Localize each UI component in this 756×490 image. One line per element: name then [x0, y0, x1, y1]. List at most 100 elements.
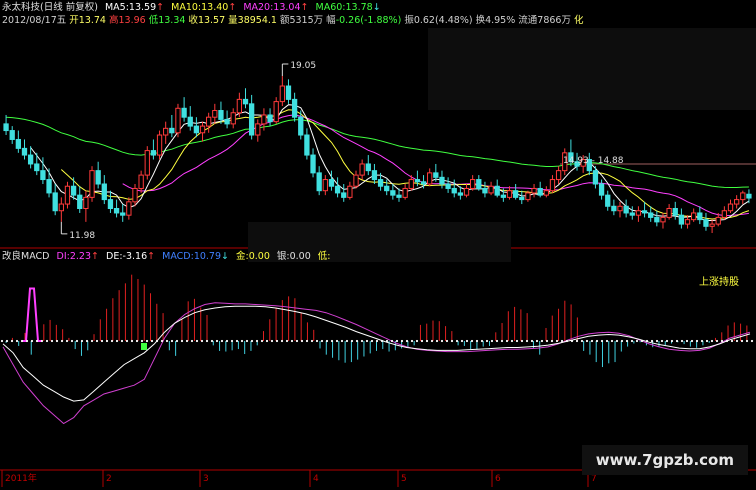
down-arrow-icon: ↓ [221, 251, 229, 262]
candle-body [482, 187, 488, 194]
candle-body [531, 187, 537, 194]
zero-line-dot [205, 339, 209, 343]
dea-line [2, 305, 751, 402]
zero-line-dot [585, 339, 589, 343]
candle-body [175, 107, 181, 134]
ma20-label: MA20: [243, 2, 274, 13]
zero-line-dot [500, 339, 504, 343]
high-price-label: 19.05 [290, 61, 316, 71]
zero-line-dot [65, 339, 69, 343]
candle-body [138, 174, 144, 189]
zero-line-dot [355, 339, 359, 343]
info-segment: -0.26(-1.88%) [335, 15, 405, 26]
zero-line-dot [165, 339, 169, 343]
candle-body [359, 163, 365, 176]
zero-line-dot [115, 339, 119, 343]
zero-line-dot [685, 339, 689, 343]
candle-body [107, 199, 114, 210]
zero-line-dot [655, 339, 659, 343]
time-tick-label: 7 [591, 474, 597, 484]
zero-line-dot [640, 339, 644, 343]
zero-line-dot [635, 339, 639, 343]
ma-legend: 永太科技(日线 前复权) MA5:13.59↑ MA10:13.40↑ MA20… [2, 2, 381, 14]
zero-line-dot [365, 339, 369, 343]
candle-body [598, 183, 605, 196]
candle-body [721, 210, 728, 218]
zero-line-dot [465, 339, 469, 343]
zero-line-dot [5, 339, 9, 343]
indicator-name: 改良MACD [2, 251, 50, 262]
zero-line-dot [375, 339, 379, 343]
candle-body [267, 114, 273, 123]
time-tick-label: 3 [203, 474, 209, 484]
zero-line-dot [105, 339, 109, 343]
zero-line-dot [170, 339, 174, 343]
candle-body [113, 208, 120, 214]
zero-line-dot [35, 339, 39, 343]
candle-body [9, 130, 15, 140]
candle-body [445, 183, 451, 189]
zero-line-dot [460, 339, 464, 343]
candle-body [660, 216, 666, 223]
zero-line-dot [430, 339, 434, 343]
candle-body [279, 85, 285, 103]
candle-body [703, 219, 709, 227]
zero-line-dot [660, 339, 664, 343]
info-segment: 低13.34 [148, 15, 189, 26]
zero-line-dot [705, 339, 709, 343]
candle-body [261, 114, 267, 125]
candle-body [310, 154, 316, 174]
zero-line-dot [625, 339, 629, 343]
time-tick-label: 2 [106, 474, 112, 484]
stock-title: 永太科技(日线 前复权) [2, 2, 98, 13]
zero-line-dot [345, 339, 349, 343]
zero-line-dot [515, 339, 519, 343]
candle-body [402, 187, 408, 198]
zero-line-dot [505, 339, 509, 343]
zero-line-dot [390, 339, 394, 343]
zero-line-dot [155, 339, 159, 343]
zero-line-dot [700, 339, 704, 343]
ma5-line [30, 104, 750, 221]
zero-line-dot [295, 339, 299, 343]
zero-line-dot [210, 339, 214, 343]
quote-info-line: 2012/08/17五 开13.74 高13.96 低13.34 收13.57 … [2, 15, 584, 27]
zero-line-dot [50, 339, 54, 343]
zero-line-dot [255, 339, 259, 343]
zero-line-dot [550, 339, 554, 343]
candle-body [21, 147, 28, 156]
zero-line-dot [475, 339, 479, 343]
di-label: DI: [56, 251, 70, 262]
zero-line-dot [150, 339, 154, 343]
candle-body [70, 185, 77, 196]
silver-value: 0.00 [289, 251, 311, 262]
zero-line-dot [215, 339, 219, 343]
zero-line-dot [60, 339, 64, 343]
info-segment: 开13.74 [69, 15, 109, 26]
zero-line-dot [530, 339, 534, 343]
info-segment: 2012/08/17五 [2, 15, 70, 26]
candle-body [390, 190, 396, 196]
info-segment: 振0.62(4.48%) [404, 15, 476, 26]
candle-body [641, 210, 648, 214]
zero-line-dot [230, 339, 234, 343]
zero-line-dot [720, 339, 724, 343]
candle-body [334, 185, 341, 194]
candle-body [199, 125, 206, 134]
zero-line-dot [110, 339, 114, 343]
zero-line-dot [695, 339, 699, 343]
zero-line-dot [450, 339, 454, 343]
candle-body [623, 205, 629, 214]
gold-value: 0.00 [248, 251, 270, 262]
low-label: 低: [317, 251, 331, 262]
zero-line-dot [20, 339, 24, 343]
zero-line-dot [485, 339, 489, 343]
candle-body [52, 192, 58, 212]
candle-body [697, 212, 703, 221]
candle-body [543, 190, 549, 196]
candle-body [457, 192, 464, 196]
candle-body [396, 194, 402, 198]
zero-line-dot [715, 339, 719, 343]
zero-line-dot [265, 339, 269, 343]
zero-line-dot [275, 339, 279, 343]
